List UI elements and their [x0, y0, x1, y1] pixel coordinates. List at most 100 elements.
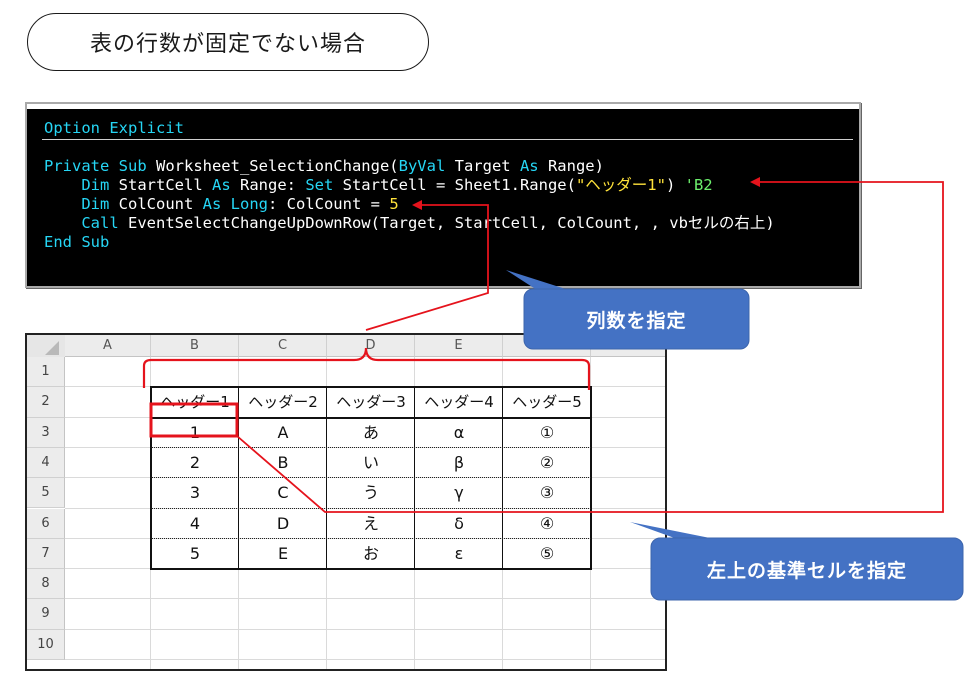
code-token: "ヘッダー1": [575, 176, 666, 194]
code-token: Range:: [230, 176, 306, 194]
table-cell[interactable]: え: [327, 509, 415, 539]
table-cell[interactable]: 4: [151, 509, 239, 539]
table-column-border: [238, 387, 239, 570]
column-header[interactable]: E: [415, 335, 503, 357]
table-cell[interactable]: ⑤: [503, 539, 591, 569]
table-cell[interactable]: 5: [151, 539, 239, 569]
callout-start-cell-label: 左上の基準セルを指定: [706, 559, 907, 582]
table-header-cell[interactable]: ヘッダー5: [503, 387, 591, 417]
table-cell[interactable]: 2: [151, 448, 239, 478]
table-cell[interactable]: 3: [151, 478, 239, 508]
row-header[interactable]: 6: [27, 508, 65, 539]
table-cell[interactable]: α: [415, 418, 503, 448]
code-window-titlebar: [27, 104, 859, 109]
table-row-border: [151, 477, 591, 479]
row-header[interactable]: 2: [27, 387, 65, 418]
code-line-3: Dim StartCell As Range: Set StartCell = …: [44, 176, 713, 195]
code-token: As: [519, 157, 539, 175]
table-cell[interactable]: ②: [503, 448, 591, 478]
code-token: Set: [305, 176, 334, 194]
code-token: End Sub: [44, 233, 110, 251]
code-token: StartCell: [109, 176, 212, 194]
code-token: Worksheet_SelectionChange(: [146, 157, 399, 175]
code-token: StartCell = Sheet1.Range(: [333, 176, 576, 194]
title-pill: 表の行数が固定でない場合: [27, 13, 429, 71]
table-header-cell[interactable]: ヘッダー3: [327, 387, 415, 417]
code-token: Call: [81, 214, 119, 232]
table-cell[interactable]: ④: [503, 509, 591, 539]
table-cell[interactable]: δ: [415, 509, 503, 539]
code-token: Dim: [81, 176, 110, 194]
code-token: : ColCount =: [267, 195, 390, 213]
table-column-border: [502, 387, 503, 570]
code-token: Option Explicit: [44, 119, 184, 137]
page-title: 表の行数が固定でない場合: [89, 32, 366, 57]
code-line-6: End Sub: [44, 233, 109, 252]
table-column-border: [326, 387, 327, 570]
table-row-border: [151, 446, 591, 448]
column-header[interactable]: A: [65, 335, 151, 357]
row-header[interactable]: 5: [27, 478, 65, 509]
gridline-horizontal: [65, 628, 665, 630]
vba-code-window: Option Explicit Private Sub Worksheet_Se…: [25, 102, 861, 288]
code-token: 5: [389, 195, 399, 213]
code-token: Private Sub: [44, 157, 147, 175]
spreadsheet[interactable]: ABCDEFG 1 2 3 4 5 6 7 8 9 10 ヘッダー1 ヘッダー2 ヘッダー3 ヘッダー4…: [25, 333, 667, 671]
table-row-border: [151, 537, 591, 539]
table-header-cell[interactable]: ヘッダー2: [239, 387, 327, 417]
table-header-cell[interactable]: ヘッダー1: [151, 387, 239, 417]
code-token: ByVal: [398, 157, 446, 175]
row-header[interactable]: 1: [27, 357, 65, 388]
table-cell[interactable]: γ: [415, 478, 503, 508]
table-cell[interactable]: ③: [503, 478, 591, 508]
code-line-2: Private Sub Worksheet_SelectionChange(By…: [44, 157, 604, 176]
code-token: ): [665, 176, 685, 194]
table-cell[interactable]: β: [415, 448, 503, 478]
code-token: ColCount: [109, 195, 203, 213]
code-token: Range): [538, 157, 604, 175]
table-column-border: [414, 387, 415, 570]
column-header[interactable]: D: [327, 335, 415, 357]
code-token: Dim: [81, 195, 110, 213]
code-token: As Long: [202, 195, 268, 213]
column-header[interactable]: C: [239, 335, 327, 357]
callout-col-count-label: 列数を指定: [586, 309, 687, 332]
table-cell[interactable]: ε: [415, 539, 503, 569]
table-cell[interactable]: ①: [503, 418, 591, 448]
table-row-border: [151, 507, 591, 509]
table-cell[interactable]: い: [327, 448, 415, 478]
table-header-border: [151, 416, 591, 419]
table-header-cell[interactable]: ヘッダー4: [415, 387, 503, 417]
table-cell[interactable]: E: [239, 539, 327, 569]
table-cell[interactable]: C: [239, 478, 327, 508]
code-token: EventSelectChangeUpDownRow(Target, Start…: [118, 214, 775, 232]
gridline-horizontal: [65, 598, 665, 600]
table-cell[interactable]: D: [239, 509, 327, 539]
table-cell[interactable]: お: [327, 539, 415, 569]
select-all-corner[interactable]: [27, 335, 65, 357]
code-separator: [42, 139, 853, 140]
code-token: As: [211, 176, 231, 194]
column-header[interactable]: B: [151, 335, 239, 357]
select-all-triangle-icon: [45, 341, 59, 355]
row-header[interactable]: 10: [27, 629, 65, 660]
code-line-1: Option Explicit: [44, 119, 184, 138]
code-token: Target: [445, 157, 520, 175]
table-cell[interactable]: う: [327, 478, 415, 508]
gridline-horizontal: [65, 659, 665, 660]
row-header[interactable]: 4: [27, 447, 65, 479]
row-header[interactable]: 7: [27, 538, 65, 570]
code-token: 'B2: [684, 176, 713, 194]
table-cell[interactable]: あ: [327, 418, 415, 448]
table-cell[interactable]: A: [239, 418, 327, 448]
row-header[interactable]: 3: [27, 417, 65, 448]
code-line-4: Dim ColCount As Long: ColCount = 5: [44, 195, 399, 214]
row-header[interactable]: 9: [27, 599, 65, 630]
table-cell[interactable]: 1: [151, 418, 239, 448]
table-cell[interactable]: B: [239, 448, 327, 478]
code-line-5: Call EventSelectChangeUpDownRow(Target, …: [44, 214, 775, 233]
row-header[interactable]: 8: [27, 569, 65, 600]
